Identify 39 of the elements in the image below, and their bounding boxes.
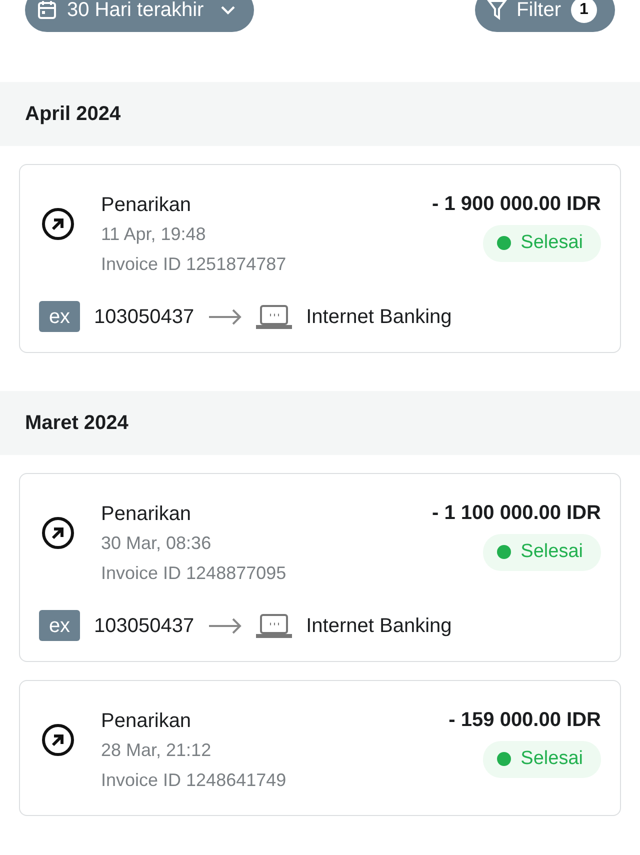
laptop-icon <box>256 612 292 638</box>
status-badge: Selesai <box>482 741 601 778</box>
transaction-title: Penarikan <box>101 502 192 527</box>
status-dot <box>496 236 511 250</box>
transaction-card[interactable]: Penarikan 30 Mar, 08:36 Invoice ID 1248877095 - 1 100 000.00 IDR Selesai ex 103050437 Internet Banking <box>19 473 621 662</box>
transaction-date: 30 Mar, 08:36 <box>101 532 212 555</box>
transaction-title: Penarikan <box>101 193 192 218</box>
transaction-card[interactable]: Penarikan 11 Apr, 19:48 Invoice ID 1251874787 - 1 900 000.00 IDR Selesai ex 103050437 Internet Banking <box>19 164 621 353</box>
filter-count-badge: 1 <box>571 0 597 23</box>
invoice-id: Invoice ID 1248641749 <box>101 769 286 792</box>
transaction-date: 11 Apr, 19:48 <box>101 223 207 246</box>
status-badge: Selesai <box>482 534 601 570</box>
payment-method: Internet Banking <box>306 614 452 638</box>
transaction-amount: - 1 900 000.00 IDR <box>432 192 601 217</box>
transaction-amount: - 159 000.00 IDR <box>448 708 601 733</box>
transaction-amount: - 1 100 000.00 IDR <box>432 501 601 526</box>
arrow-right-icon <box>208 618 242 634</box>
exchange-logo: ex <box>39 301 80 332</box>
chevron-down-icon <box>220 5 236 15</box>
transaction-card[interactable]: Penarikan 28 Mar, 21:12 Invoice ID 1248641749 - 159 000.00 IDR Selesai <box>19 680 621 816</box>
transaction-date: 28 Mar, 21:12 <box>101 739 212 762</box>
calendar-icon <box>37 0 57 20</box>
filter-icon <box>486 0 507 21</box>
account-number: 103050437 <box>94 614 194 638</box>
status-dot <box>496 545 511 560</box>
arrow-right-icon <box>208 308 242 324</box>
laptop-icon <box>256 304 292 330</box>
invoice-id: Invoice ID 1248877095 <box>101 562 286 585</box>
filter-button[interactable]: Filter 1 <box>474 0 615 32</box>
transaction-title: Penarikan <box>101 709 192 734</box>
month-heading: Maret 2024 <box>25 411 128 436</box>
invoice-id: Invoice ID 1251874787 <box>101 253 286 276</box>
payment-method: Internet Banking <box>306 304 452 330</box>
account-number: 103050437 <box>94 304 194 330</box>
exchange-logo: ex <box>39 610 80 641</box>
status-badge: Selesai <box>482 225 601 262</box>
month-heading: April 2024 <box>25 102 121 127</box>
period-button[interactable]: 30 Hari terakhir <box>25 0 254 32</box>
status-dot <box>496 752 511 766</box>
